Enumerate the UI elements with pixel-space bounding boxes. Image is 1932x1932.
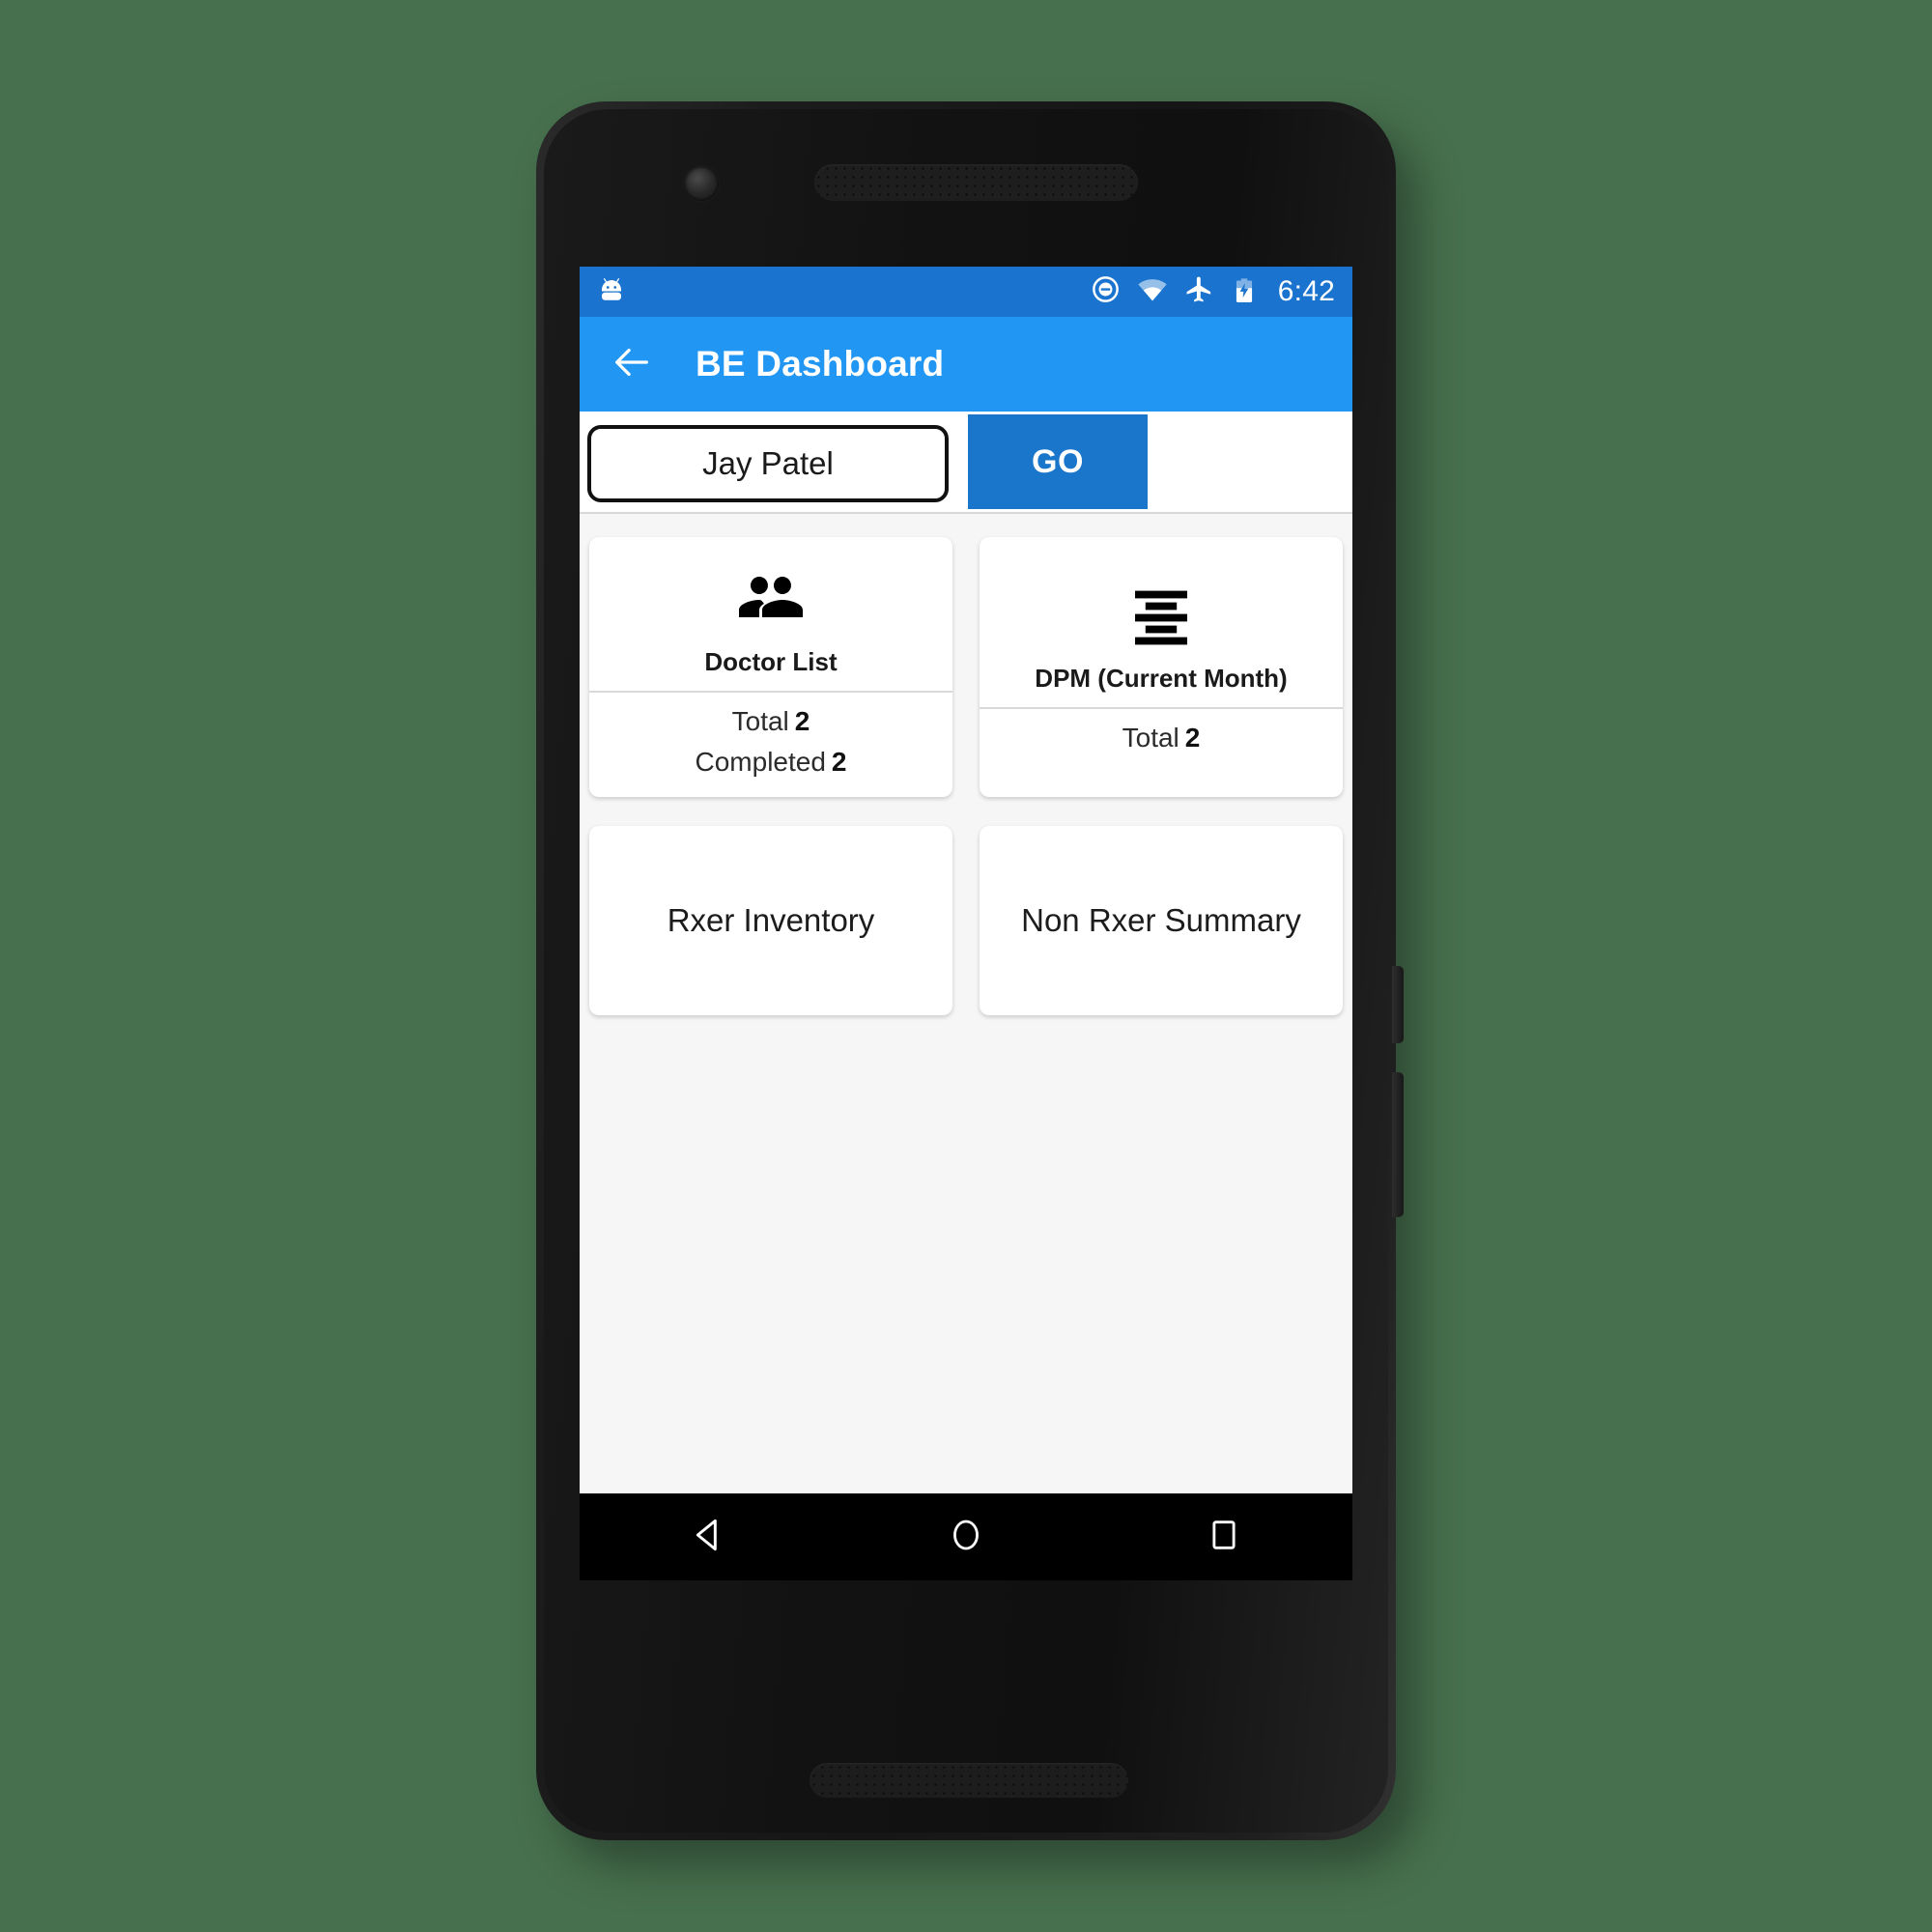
status-bar-right: 6:42 — [1091, 274, 1335, 310]
doctor-list-completed-value: 2 — [831, 747, 847, 777]
app-bar: BE Dashboard — [580, 317, 1352, 412]
battery-charging-icon — [1231, 276, 1258, 308]
power-button[interactable] — [1392, 966, 1404, 1043]
people-icon — [736, 560, 806, 634]
volume-button[interactable] — [1392, 1072, 1404, 1217]
format-align-center-icon — [1126, 577, 1196, 650]
dpm-total-value: 2 — [1184, 723, 1201, 753]
dpm-total-label: Total — [1122, 723, 1179, 753]
non-rxer-summary-card[interactable]: Non Rxer Summary — [980, 826, 1343, 1015]
page-title: BE Dashboard — [696, 344, 945, 384]
doctor-list-total-label: Total — [731, 706, 789, 736]
rxer-inventory-card-title: Rxer Inventory — [667, 902, 875, 938]
nav-back-button[interactable] — [655, 1493, 761, 1580]
dpm-card[interactable]: DPM (Current Month) Total 2 — [980, 537, 1343, 797]
dashboard-content: Doctor List Total 2 Completed 2 DPM (Cur… — [580, 514, 1352, 1493]
doctor-list-total-row: Total 2 — [732, 706, 810, 737]
dpm-card-body: Total 2 — [980, 709, 1343, 773]
do-not-disturb-icon — [1091, 274, 1121, 309]
dpm-card-title: DPM (Current Month) — [1035, 664, 1288, 693]
status-bar-left — [597, 275, 626, 309]
doctor-list-card-body: Total 2 Completed 2 — [589, 693, 952, 797]
airplane-mode-icon — [1184, 274, 1214, 309]
phone-screen: 6:42 BE Dashboard GO — [580, 267, 1352, 1580]
dpm-card-head: DPM (Current Month) — [980, 537, 1343, 709]
go-button[interactable]: GO — [968, 414, 1148, 509]
nav-recents-button[interactable] — [1171, 1493, 1277, 1580]
dashboard-row-2: Rxer Inventory Non Rxer Summary — [589, 826, 1343, 1015]
dpm-total-row: Total 2 — [1122, 723, 1201, 753]
bottom-speaker — [810, 1763, 1128, 1798]
doctor-list-completed-row: Completed 2 — [696, 747, 847, 778]
back-button[interactable] — [605, 337, 659, 391]
doctor-list-card-title: Doctor List — [704, 647, 838, 676]
doctor-list-total-value: 2 — [794, 706, 810, 736]
front-camera-icon — [684, 166, 719, 201]
name-input[interactable] — [587, 425, 949, 502]
status-bar: 6:42 — [580, 267, 1352, 317]
dashboard-row-1: Doctor List Total 2 Completed 2 DPM (Cur… — [589, 537, 1343, 797]
wifi-icon — [1137, 274, 1168, 310]
nav-home-button[interactable] — [913, 1493, 1019, 1580]
rxer-inventory-card[interactable]: Rxer Inventory — [589, 826, 952, 1015]
earpiece-speaker — [814, 164, 1138, 201]
doctor-list-completed-label: Completed — [695, 747, 826, 777]
android-nav-bar — [580, 1493, 1352, 1580]
doctor-list-card-head: Doctor List — [589, 537, 952, 693]
nav-home-icon — [946, 1515, 986, 1560]
android-mascot-icon — [597, 275, 626, 309]
status-bar-clock: 6:42 — [1277, 275, 1335, 307]
arrow-back-icon — [610, 340, 654, 389]
nav-back-icon — [687, 1514, 729, 1561]
search-row: GO — [580, 412, 1352, 514]
nav-recents-icon — [1206, 1517, 1242, 1558]
non-rxer-summary-card-title: Non Rxer Summary — [1021, 902, 1301, 938]
doctor-list-card[interactable]: Doctor List Total 2 Completed 2 — [589, 537, 952, 797]
